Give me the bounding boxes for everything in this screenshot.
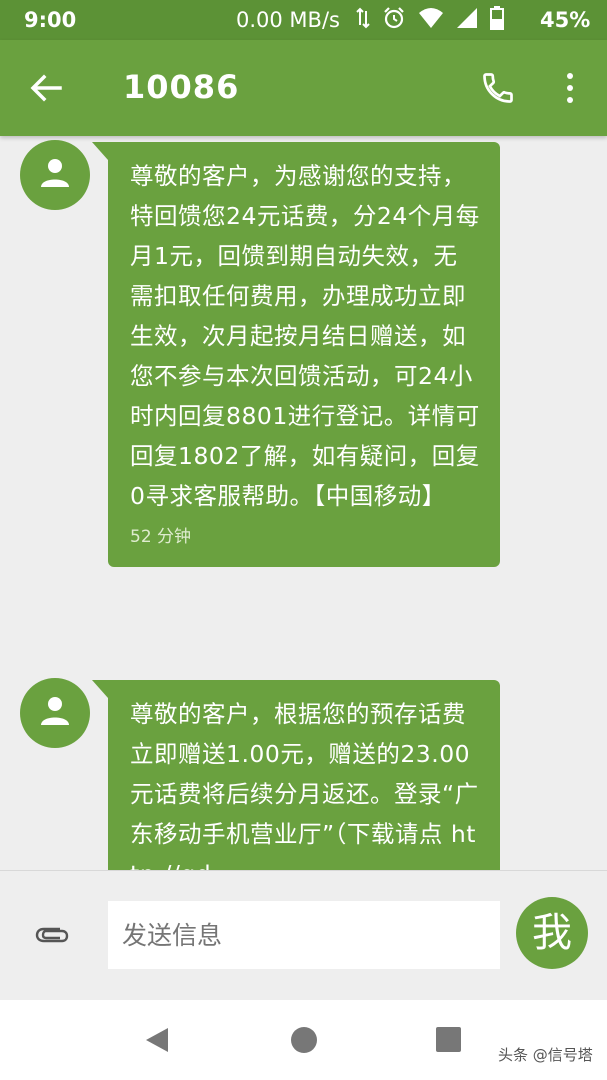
message-timestamp: 52 分钟	[130, 527, 192, 547]
app-bar: 10086	[0, 40, 607, 136]
conversation-title: 10086	[123, 68, 240, 106]
alarm-icon	[384, 7, 404, 29]
sender-avatar[interactable]	[20, 140, 90, 210]
compose-bar: 我	[0, 870, 607, 1001]
more-options-icon[interactable]	[558, 70, 582, 106]
message-list[interactable]: 尊敬的客户，为感谢您的支持，特回馈您24元话费，分24个月每月1元，回馈到期自动…	[0, 136, 607, 870]
person-icon	[41, 159, 69, 187]
status-icons	[356, 6, 504, 30]
my-avatar[interactable]: 我	[516, 897, 588, 969]
nav-back-icon[interactable]	[144, 1026, 170, 1054]
attachment-icon[interactable]	[34, 921, 70, 949]
sender-avatar[interactable]	[20, 678, 90, 748]
network-speed: 0.00 MB/s	[236, 8, 340, 32]
signal-icon	[457, 8, 477, 28]
message-bubble[interactable]: 尊敬的客户，根据您的预存话费立即赠送1.00元，赠送的23.00元话费将后续分月…	[92, 680, 500, 870]
data-transfer-icon	[356, 7, 370, 29]
status-bar: 9:00 0.00 MB/s 45%	[0, 0, 607, 40]
message-text: 尊敬的客户，根据您的预存话费立即赠送1.00元，赠送的23.00元话费将后续分月…	[130, 700, 479, 870]
back-arrow-icon[interactable]	[28, 70, 64, 106]
status-time: 9:00	[24, 8, 77, 32]
watermark: 头条 @信号塔	[498, 1046, 593, 1064]
phone-call-icon[interactable]	[480, 70, 516, 106]
person-icon	[41, 697, 69, 725]
battery-icon	[490, 6, 504, 30]
nav-recents-icon[interactable]	[436, 1027, 461, 1052]
wifi-icon	[419, 8, 443, 28]
battery-percent: 45%	[540, 8, 591, 32]
message-bubble[interactable]: 尊敬的客户，为感谢您的支持，特回馈您24元话费，分24个月每月1元，回馈到期自动…	[92, 142, 500, 567]
message-input[interactable]	[108, 901, 500, 969]
nav-home-icon[interactable]	[291, 1027, 317, 1053]
navigation-bar: 头条 @信号塔	[0, 1000, 607, 1080]
message-text: 尊敬的客户，为感谢您的支持，特回馈您24元话费，分24个月每月1元，回馈到期自动…	[130, 162, 480, 510]
